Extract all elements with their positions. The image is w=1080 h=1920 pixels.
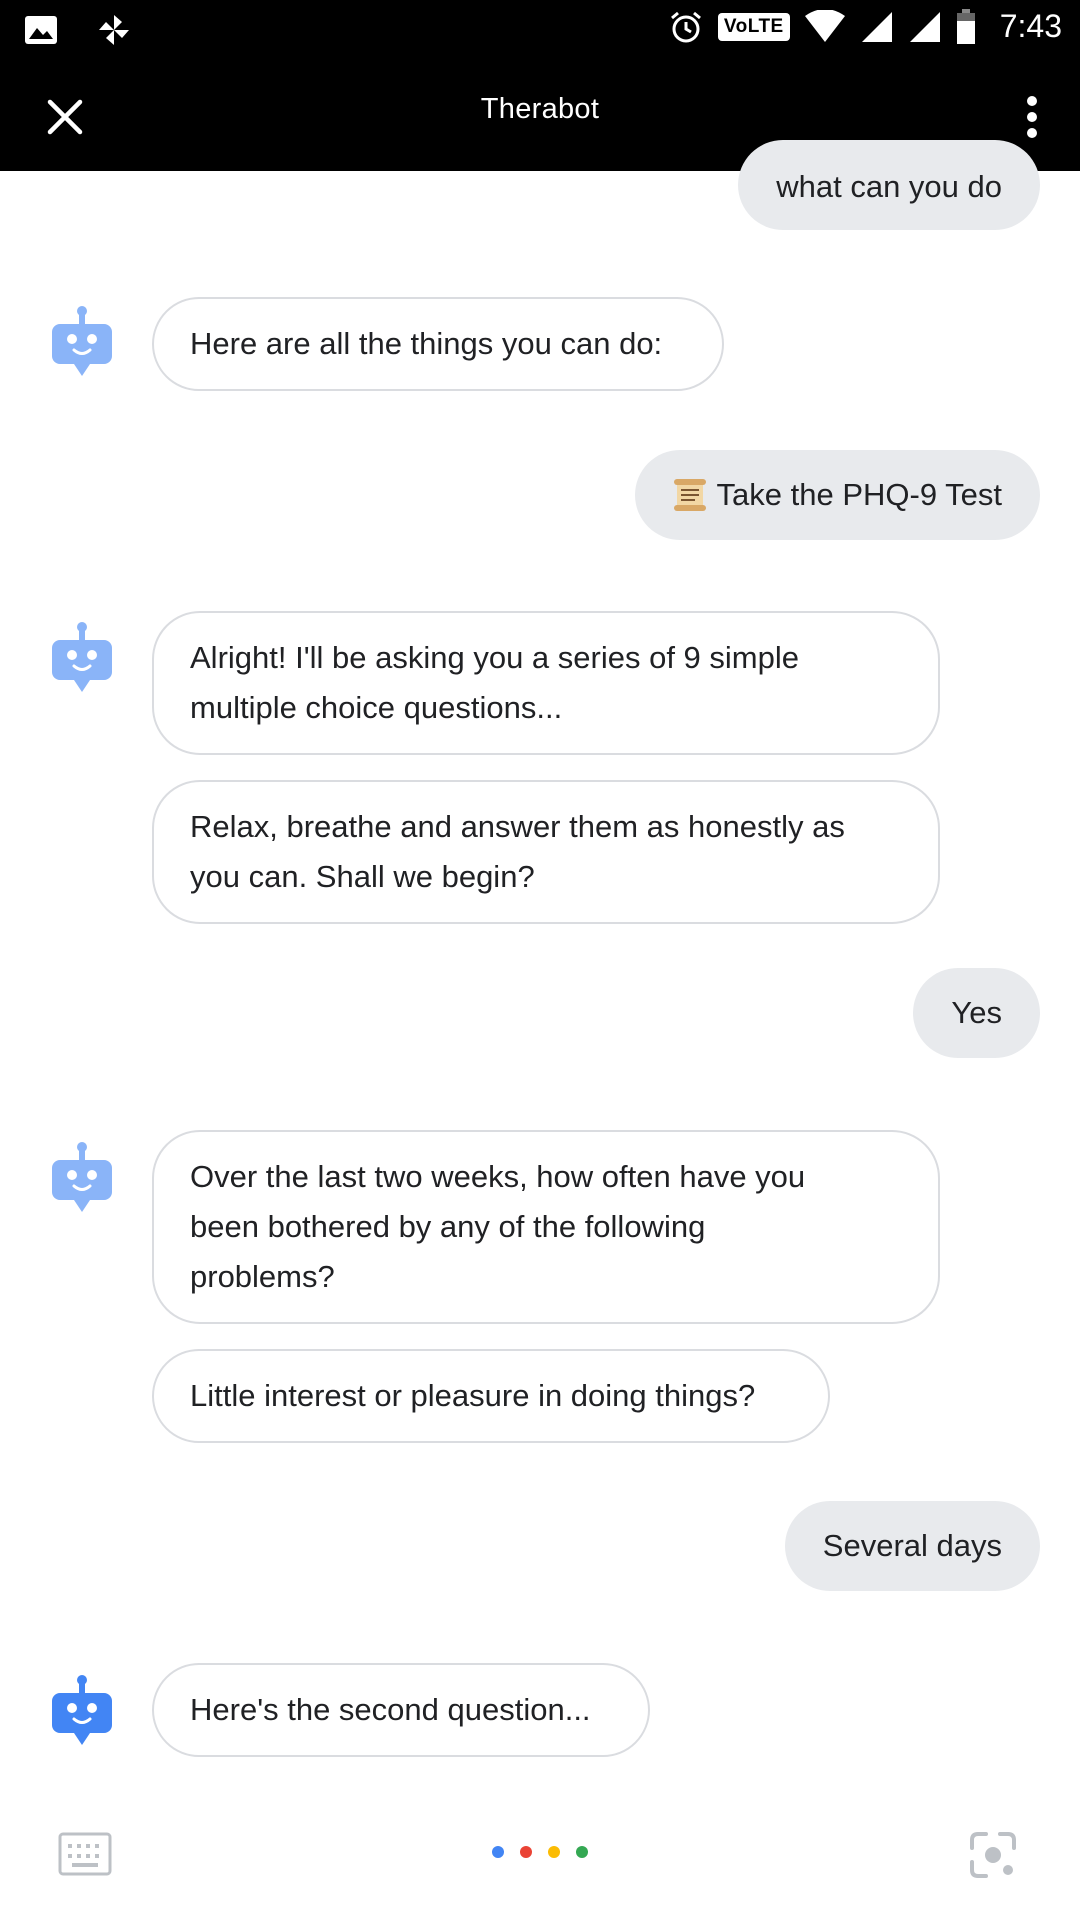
bot-avatar-icon <box>52 622 112 692</box>
lens-icon <box>970 1832 1016 1878</box>
bot-message: Little interest or pleasure in doing thi… <box>152 1349 830 1443</box>
user-message: Yes <box>913 968 1040 1058</box>
user-message: Take the PHQ-9 Test <box>634 450 1040 540</box>
bot-avatar-icon <box>52 306 112 376</box>
keyboard-button[interactable] <box>58 1832 112 1876</box>
battery-icon <box>956 8 975 44</box>
message-text: Yes <box>951 995 1002 1030</box>
signal-icon <box>861 11 892 42</box>
more-vert-icon <box>1027 96 1037 138</box>
bot-message: Here are all the things you can do: <box>152 297 724 391</box>
volte-badge: VoLTE <box>717 12 790 41</box>
scroll-icon <box>673 479 706 511</box>
bot-message: Over the last two weeks, how often have … <box>152 1130 940 1324</box>
message-text: Take the PHQ-9 Test <box>716 477 1002 512</box>
dot-green <box>576 1846 588 1858</box>
bot-message: Here's the second question... <box>152 1663 650 1757</box>
message-text: Here's the second question... <box>190 1692 591 1727</box>
message-text: Over the last two weeks, how often have … <box>190 1159 806 1294</box>
image-icon <box>25 16 57 44</box>
bot-avatar-icon <box>52 1142 112 1212</box>
pinwheel-icon <box>99 15 129 45</box>
lens-button[interactable] <box>968 1830 1018 1880</box>
wifi-icon <box>804 9 845 42</box>
clock: 7:43 <box>999 8 1062 44</box>
message-text: Several days <box>822 1528 1002 1563</box>
assistant-mic-button[interactable] <box>492 1846 588 1858</box>
dot-red <box>520 1846 532 1858</box>
message-text: Relax, breathe and answer them as honest… <box>190 809 845 894</box>
bot-message: Relax, breathe and answer them as honest… <box>152 780 940 924</box>
alarm-icon <box>670 11 701 42</box>
message-text: Here are all the things you can do: <box>190 326 663 361</box>
message-text: Little interest or pleasure in doing thi… <box>190 1378 756 1413</box>
dot-blue <box>492 1846 504 1858</box>
user-message: what can you do <box>738 140 1040 230</box>
status-bar: VoLTE 7:43 <box>0 0 1080 57</box>
app-title: Therabot <box>480 93 600 125</box>
user-message: Several days <box>784 1501 1040 1591</box>
message-text: what can you do <box>776 169 1002 204</box>
bot-message: Alright! I'll be asking you a series of … <box>152 611 940 755</box>
message-text: Alright! I'll be asking you a series of … <box>190 640 799 725</box>
keyboard-icon <box>58 1832 112 1876</box>
dot-yellow <box>548 1846 560 1858</box>
bot-avatar-icon <box>52 1675 112 1745</box>
signal-icon <box>909 11 940 42</box>
more-options-button[interactable] <box>1012 92 1052 142</box>
